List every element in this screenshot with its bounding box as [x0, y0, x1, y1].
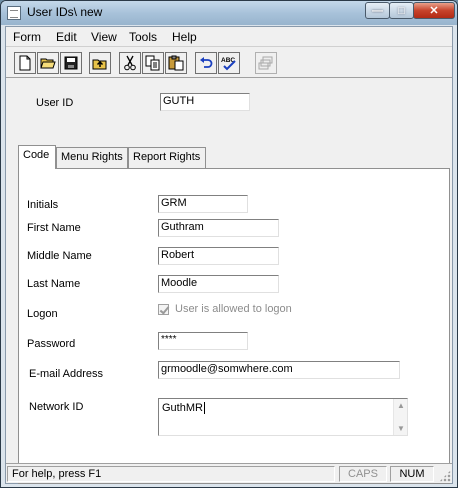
open-button[interactable] — [37, 52, 59, 74]
tab-code[interactable]: Code — [18, 145, 56, 169]
maximize-button[interactable]: □ — [389, 2, 414, 19]
menu-help[interactable]: Help — [172, 30, 197, 44]
resize-grip[interactable] — [439, 470, 451, 482]
password-label: Password — [27, 338, 76, 350]
menu-bar: Form Edit View Tools Help — [6, 27, 452, 47]
menu-edit[interactable]: Edit — [56, 30, 77, 44]
undo-icon — [200, 57, 213, 68]
scroll-down-icon[interactable]: ▼ — [394, 424, 408, 433]
new-icon — [19, 55, 31, 71]
network-id-text: GuthMR — [162, 402, 203, 414]
middle-name-input[interactable]: Robert — [158, 247, 279, 265]
status-bar: For help, press F1 CAPS NUM — [6, 463, 452, 483]
menu-form[interactable]: Form — [13, 30, 41, 44]
title-bar[interactable]: User IDs\ new — □ ✕ — [1, 1, 457, 25]
menu-tools[interactable]: Tools — [129, 30, 157, 44]
password-input[interactable]: **** — [158, 332, 248, 350]
app-icon — [7, 6, 21, 20]
logon-checkbox[interactable] — [158, 304, 169, 315]
paste-button[interactable] — [165, 52, 187, 74]
close-icon: ✕ — [429, 5, 439, 17]
copy-icon — [145, 55, 160, 71]
user-id-input[interactable]: GUTH — [160, 93, 250, 111]
window-title: User IDs\ new — [27, 5, 103, 19]
minimize-button[interactable]: — — [365, 2, 390, 19]
email-input[interactable]: grmoodle@somwhere.com — [158, 361, 400, 379]
code-tab-panel: Initials GRM First Name Guthram Middle N… — [18, 168, 450, 484]
last-name-label: Last Name — [27, 278, 81, 290]
close-button[interactable]: ✕ — [413, 2, 455, 19]
main-window: User IDs\ new — □ ✕ Form Edit View Tools… — [0, 0, 458, 488]
first-name-input[interactable]: Guthram — [158, 219, 279, 237]
middle-name-label: Middle Name — [27, 250, 92, 262]
first-name-label: First Name — [27, 222, 81, 234]
up-folder-button[interactable] — [89, 52, 111, 74]
status-num: NUM — [390, 466, 434, 482]
network-id-scrollbar[interactable]: ▲ ▼ — [393, 399, 407, 435]
user-form: User ID GUTH Code Menu Rights Report Rig… — [6, 79, 452, 484]
cut-button[interactable] — [119, 52, 141, 74]
email-label: E-mail Address — [29, 368, 103, 380]
minimize-icon: — — [372, 4, 383, 17]
tab-report-rights[interactable]: Report Rights — [128, 147, 206, 168]
status-help-text: For help, press F1 — [7, 466, 335, 482]
initials-label: Initials — [27, 199, 59, 211]
menu-view[interactable]: View — [91, 30, 117, 44]
save-button[interactable] — [60, 52, 82, 74]
scroll-up-icon[interactable]: ▲ — [394, 401, 408, 410]
save-icon — [64, 56, 78, 70]
last-name-input[interactable]: Moodle — [158, 275, 279, 293]
undo-button[interactable] — [195, 52, 217, 74]
logon-label: Logon — [27, 308, 58, 320]
spellcheck-icon: ABC — [221, 57, 236, 71]
maximize-icon: □ — [398, 4, 405, 17]
text-cursor — [203, 402, 205, 414]
paste-icon — [168, 55, 184, 71]
stack-disabled-icon — [258, 56, 273, 70]
cut-icon — [124, 55, 136, 71]
tab-menu-rights[interactable]: Menu Rights — [56, 147, 128, 168]
open-folder-icon — [40, 58, 56, 69]
logon-checkbox-label: User is allowed to logon — [175, 303, 292, 315]
stack-button — [255, 52, 277, 74]
initials-input[interactable]: GRM — [158, 195, 248, 213]
network-id-label: Network ID — [29, 401, 84, 413]
up-folder-icon — [92, 59, 107, 70]
user-id-label: User ID — [36, 97, 74, 109]
status-caps: CAPS — [339, 466, 387, 482]
toolbar: ABC — [6, 48, 452, 78]
new-button[interactable] — [14, 52, 36, 74]
spellcheck-button[interactable]: ABC — [218, 52, 240, 74]
network-id-textarea[interactable]: GuthMR ▲ ▼ — [158, 398, 408, 436]
copy-button[interactable] — [142, 52, 164, 74]
client-area: Form Edit View Tools Help ABC User ID GU… — [5, 26, 453, 484]
